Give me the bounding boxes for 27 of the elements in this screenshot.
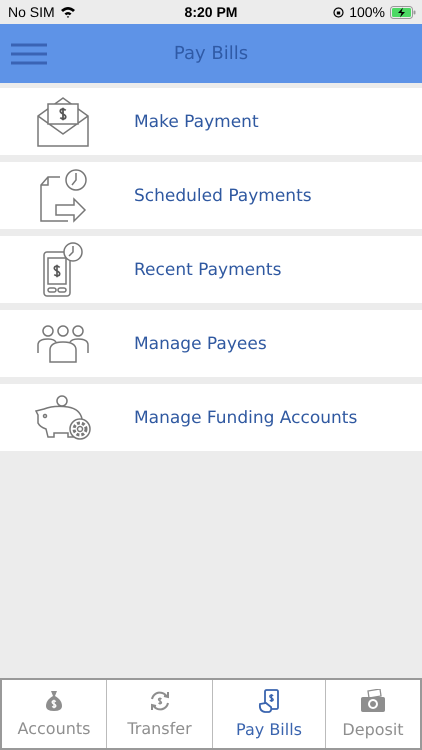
envelope-dollar-icon: [36, 96, 90, 148]
wifi-icon: [60, 6, 76, 18]
menu-label: Make Payment: [134, 112, 259, 132]
rotation-lock-icon: [333, 6, 344, 18]
menu-label: Manage Payees: [134, 334, 267, 354]
status-time: 8:20 PM: [184, 4, 238, 20]
menu-item[interactable]: Manage Funding Accounts: [0, 384, 422, 451]
menu-label: Manage Funding Accounts: [134, 408, 358, 428]
menu-label: Recent Payments: [134, 260, 282, 280]
piggy-bank-gear-icon: [34, 394, 92, 440]
menu-item[interactable]: Recent Payments: [0, 236, 422, 303]
menu-item[interactable]: Scheduled Payments: [0, 162, 422, 229]
battery-charging-icon: [390, 6, 416, 18]
camera-icon: [360, 689, 386, 713]
menu-item[interactable]: Manage Payees: [0, 310, 422, 377]
menu-button[interactable]: [10, 42, 48, 64]
battery-percent: 100%: [349, 4, 385, 20]
people-icon: [36, 324, 90, 362]
money-bag-icon: [45, 690, 63, 712]
menu-icon: [10, 42, 48, 64]
carrier-text: No SIM: [8, 4, 55, 20]
document-arrow-clock-icon: [38, 168, 88, 222]
menu-item[interactable]: Make Payment: [0, 88, 422, 155]
phone-dollar-clock-icon: [42, 242, 84, 298]
phone-bill-icon: [258, 689, 280, 713]
menu-label: Scheduled Payments: [134, 186, 312, 206]
page-title: Pay Bills: [174, 43, 248, 64]
